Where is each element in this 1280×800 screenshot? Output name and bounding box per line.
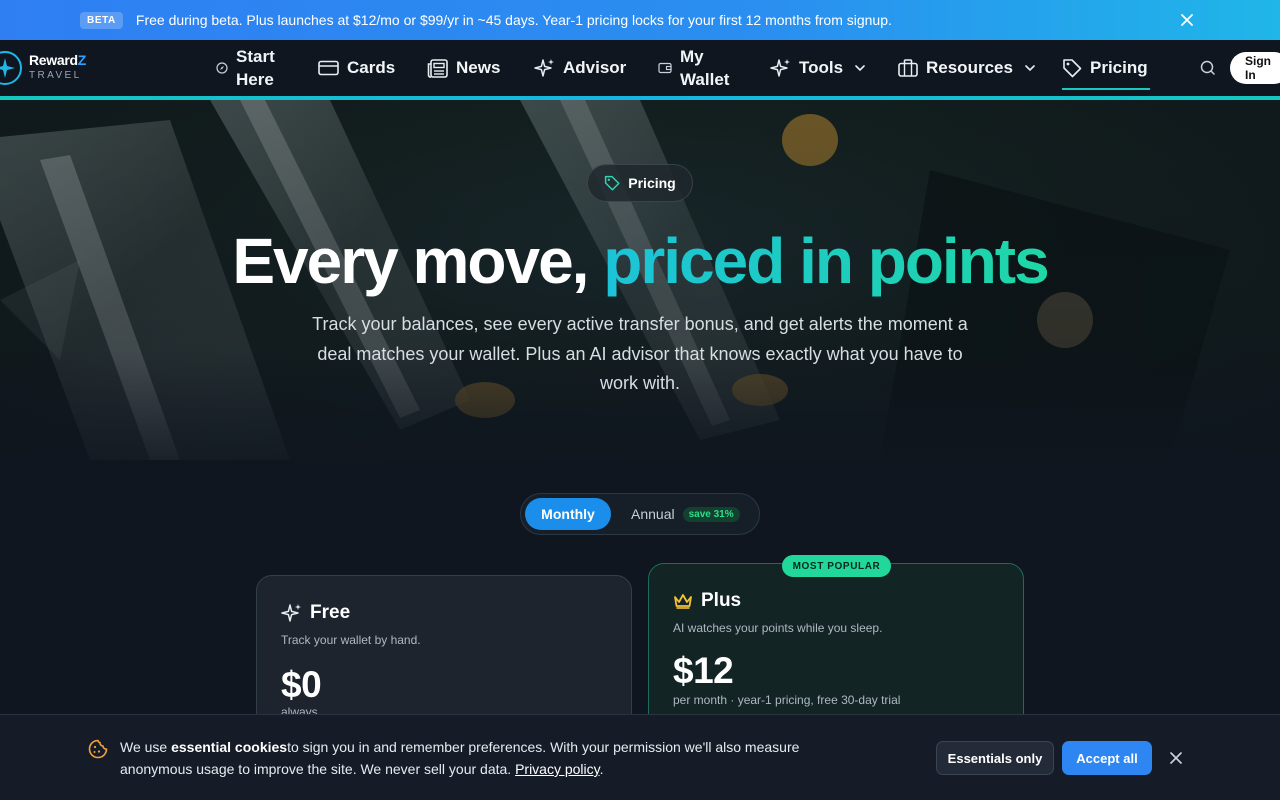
crown-icon <box>674 594 692 609</box>
beta-banner: BETA Free during beta. Plus launches at … <box>0 0 1280 40</box>
nav-cards[interactable]: Cards <box>318 40 395 96</box>
newspaper-icon <box>427 58 448 78</box>
nav-news[interactable]: News <box>427 40 500 96</box>
nav-pricing[interactable]: Pricing <box>1062 40 1150 96</box>
sparkles-icon <box>281 603 301 622</box>
plan-description-plus: AI watches your points while you sleep. <box>673 621 883 635</box>
search-icon[interactable] <box>1198 58 1218 78</box>
plan-description-free: Track your wallet by hand. <box>281 633 421 647</box>
accept-all-button[interactable]: Accept all <box>1062 741 1152 775</box>
compass-icon <box>216 62 228 74</box>
hero-subtitle: Track your balances, see every active tr… <box>312 314 968 393</box>
brand-subtitle: TRAVEL <box>29 70 82 81</box>
plan-price-plus: $12 <box>673 650 734 691</box>
plan-title-plus: Plus <box>673 590 741 612</box>
compass-star-icon <box>0 51 22 85</box>
top-nav: RewardZ TRAVEL Start Here Cards News Advi… <box>0 40 1280 100</box>
cookie-message: We use essential cookiesto sign you in a… <box>120 739 800 777</box>
close-icon[interactable] <box>1178 11 1196 29</box>
privacy-policy-link[interactable]: Privacy policy <box>515 761 600 777</box>
nav-advisor[interactable]: Advisor <box>534 40 626 96</box>
beta-badge: BETA <box>80 11 123 29</box>
sparkles-icon <box>534 58 554 77</box>
tag-icon <box>1063 59 1082 78</box>
briefcase-icon <box>898 59 918 77</box>
beta-banner-text: Free during beta. Plus launches at $12/m… <box>135 12 892 28</box>
cookie-icon <box>88 739 108 759</box>
essentials-only-button[interactable]: Essentials only <box>936 741 1054 775</box>
monthly-option[interactable]: Monthly <box>525 498 611 530</box>
most-popular-badge: MOST POPULAR <box>782 555 891 577</box>
close-icon[interactable] <box>1168 750 1184 766</box>
chevron-down-icon <box>1025 64 1035 71</box>
nav-start-here[interactable]: Start Here <box>216 40 275 96</box>
sign-in-button[interactable]: Sign In <box>1230 52 1280 84</box>
brand-name: RewardZ <box>29 52 87 68</box>
logo[interactable]: RewardZ TRAVEL <box>0 51 86 85</box>
nav-tools[interactable]: Tools <box>770 40 865 96</box>
chevron-down-icon <box>855 64 865 71</box>
credit-card-icon <box>318 60 339 76</box>
plan-note-plus: per month · year-1 pricing, free 30-day … <box>673 693 901 707</box>
plan-title-free: Free <box>281 602 350 624</box>
pricing-pill: Pricing <box>587 164 693 202</box>
page-title: Every move, priced in points <box>232 225 1049 297</box>
billing-toggle: Monthly Annual save 31% <box>520 493 760 535</box>
tag-icon <box>605 175 620 191</box>
nav-my-wallet[interactable]: My Wallet <box>658 40 729 96</box>
wallet-icon <box>658 62 672 74</box>
save-badge: save 31% <box>682 506 740 522</box>
sparkles-icon <box>770 58 790 77</box>
nav-resources[interactable]: Resources <box>898 40 1035 96</box>
annual-option[interactable]: Annual save 31% <box>631 498 740 530</box>
cookie-banner: We use essential cookiesto sign you in a… <box>0 714 1280 800</box>
hero-section: Pricing Every move, priced in points Tra… <box>0 100 1280 460</box>
plan-price-free: $0 <box>281 664 322 705</box>
